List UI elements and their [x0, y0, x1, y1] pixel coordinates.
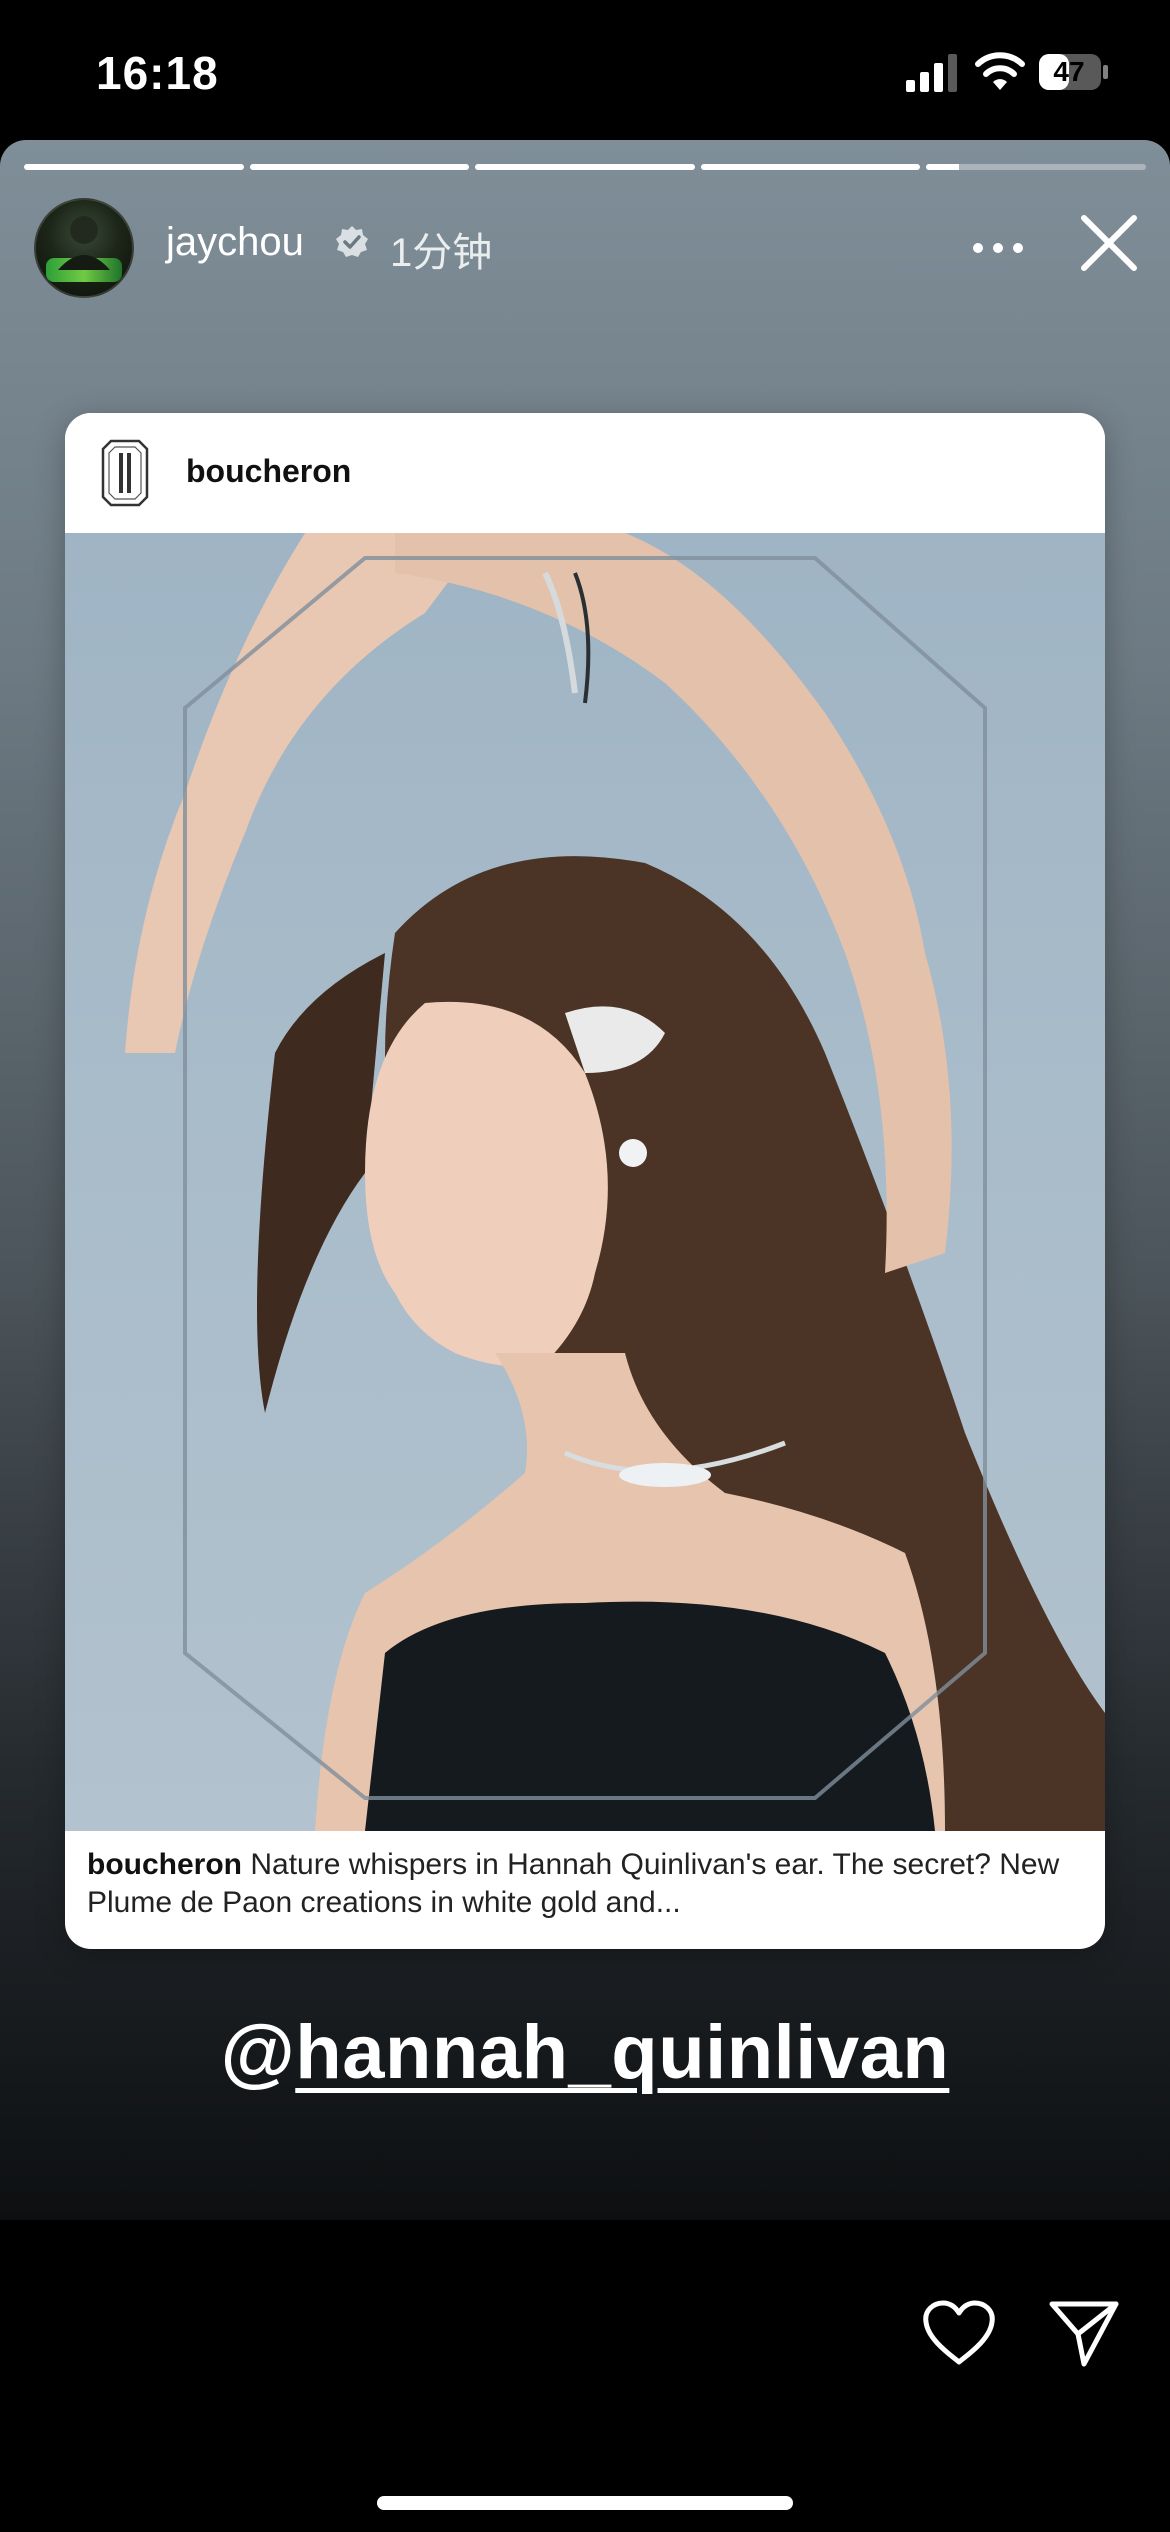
more-horizontal-icon [973, 243, 1023, 253]
wifi-icon [975, 52, 1025, 90]
shared-post-account[interactable]: boucheron [186, 453, 351, 490]
story-username[interactable]: jaychou [166, 220, 304, 265]
mention-at-sign: @ [220, 2010, 296, 2095]
story-bottom-bar [0, 2220, 1170, 2532]
battery-level-text: 47 [1053, 56, 1085, 87]
story-progress-bar [24, 164, 1146, 170]
caption-username[interactable]: boucheron [87, 1848, 242, 1881]
story-header: jaychou 1分钟 [34, 198, 1144, 298]
close-icon[interactable] [1074, 208, 1144, 278]
cellular-signal-icon [906, 54, 957, 92]
story-viewer[interactable]: jaychou 1分钟 boucheron boucheron Nature w… [0, 140, 1170, 2220]
story-time-ago: 1分钟 [390, 231, 493, 275]
send-icon[interactable] [1048, 2298, 1120, 2368]
heart-icon[interactable] [922, 2300, 996, 2366]
progress-segment [249, 164, 470, 170]
progress-segment [700, 164, 921, 170]
boucheron-logo-icon[interactable] [101, 439, 149, 507]
status-bar: 16:18 47 [0, 0, 1170, 140]
home-indicator [377, 2496, 793, 2510]
avatar[interactable] [34, 198, 134, 298]
mention-handle[interactable]: hannah_quinlivan [295, 2010, 949, 2095]
mention-sticker[interactable]: @hannah_quinlivan [0, 2009, 1170, 2096]
progress-segment [475, 164, 695, 170]
shared-post-header: boucheron [65, 413, 1105, 533]
more-options-button[interactable] [958, 218, 1038, 278]
status-time: 16:18 [96, 47, 219, 99]
shared-post-image [65, 533, 1105, 1831]
progress-segment [24, 164, 244, 170]
shared-post-card[interactable]: boucheron boucheron Nature whispers in H… [65, 413, 1105, 1949]
progress-segment-current [926, 164, 1146, 170]
shared-post-caption: boucheron Nature whispers in Hannah Quin… [87, 1846, 1083, 1922]
verified-badge-icon [336, 226, 368, 257]
